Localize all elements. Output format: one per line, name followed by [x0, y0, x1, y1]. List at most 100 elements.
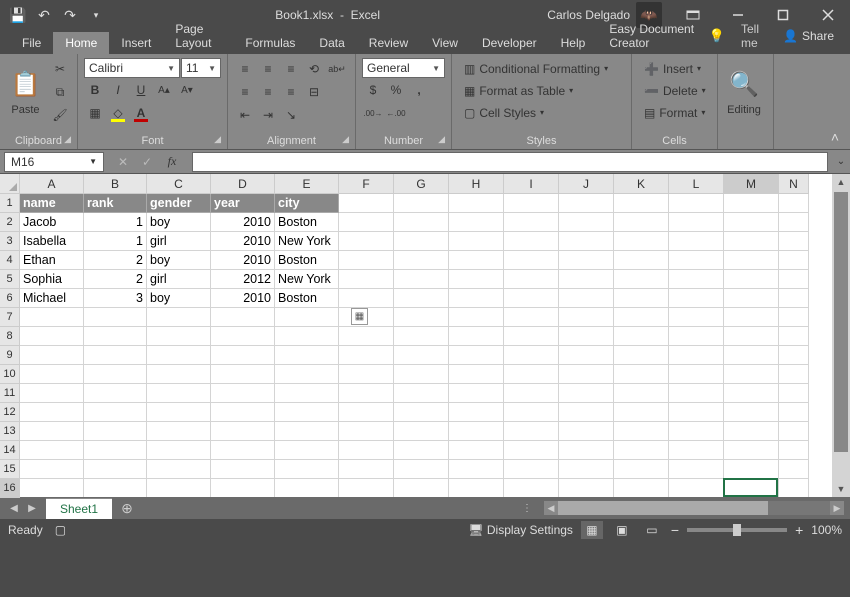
- cell[interactable]: boy: [147, 213, 211, 232]
- cell[interactable]: [84, 346, 147, 365]
- cell[interactable]: [779, 422, 809, 441]
- cell[interactable]: [724, 289, 779, 308]
- cell[interactable]: [559, 460, 614, 479]
- conditional-formatting-button[interactable]: ▥Conditional Formatting▾: [458, 58, 614, 79]
- row-header[interactable]: 8: [0, 327, 20, 346]
- cell[interactable]: [504, 441, 559, 460]
- cell[interactable]: Isabella: [20, 232, 84, 251]
- row-header[interactable]: 16: [0, 479, 20, 498]
- cell[interactable]: [211, 460, 275, 479]
- increase-font-icon[interactable]: A▴: [153, 79, 175, 101]
- cell[interactable]: [449, 346, 504, 365]
- cell[interactable]: [614, 460, 669, 479]
- cell[interactable]: [449, 384, 504, 403]
- cell[interactable]: [20, 365, 84, 384]
- cell[interactable]: [724, 346, 779, 365]
- cell[interactable]: [449, 270, 504, 289]
- cell[interactable]: [339, 289, 394, 308]
- cell[interactable]: [669, 384, 724, 403]
- decrease-indent-icon[interactable]: ⇤: [234, 104, 256, 126]
- sheet-prev-icon[interactable]: ◀: [6, 503, 22, 514]
- cell[interactable]: 1: [84, 232, 147, 251]
- cell[interactable]: [779, 289, 809, 308]
- zoom-slider[interactable]: [687, 528, 787, 532]
- cell[interactable]: [339, 441, 394, 460]
- cell[interactable]: New York: [275, 270, 339, 289]
- cell[interactable]: [614, 270, 669, 289]
- cell[interactable]: [559, 346, 614, 365]
- cell[interactable]: [339, 270, 394, 289]
- cell[interactable]: [614, 441, 669, 460]
- column-header[interactable]: C: [147, 174, 211, 194]
- alignment-launcher-icon[interactable]: ◢: [342, 134, 349, 145]
- cell[interactable]: [504, 346, 559, 365]
- cell[interactable]: [449, 213, 504, 232]
- cell[interactable]: [147, 479, 211, 497]
- cell[interactable]: [779, 441, 809, 460]
- font-name-combo[interactable]: Calibri▼: [84, 58, 180, 78]
- row-header[interactable]: 10: [0, 365, 20, 384]
- cell[interactable]: [394, 403, 449, 422]
- cell[interactable]: [669, 441, 724, 460]
- rotate-text-icon[interactable]: ↘: [280, 104, 302, 126]
- tab-data[interactable]: Data: [307, 32, 356, 54]
- cell[interactable]: gender: [147, 194, 211, 213]
- spreadsheet-grid[interactable]: ABCDEFGHIJKLMN 12345678910111213141516 n…: [0, 174, 850, 497]
- cell[interactable]: [779, 213, 809, 232]
- cell[interactable]: [449, 365, 504, 384]
- scroll-up-icon[interactable]: ▲: [832, 174, 850, 190]
- cell[interactable]: [147, 422, 211, 441]
- cell[interactable]: [339, 346, 394, 365]
- align-bottom-icon[interactable]: ≡: [280, 58, 302, 80]
- cell[interactable]: [339, 213, 394, 232]
- tab-developer[interactable]: Developer: [470, 32, 549, 54]
- cell[interactable]: [669, 308, 724, 327]
- row-headers[interactable]: 12345678910111213141516: [0, 194, 20, 498]
- cell[interactable]: [84, 327, 147, 346]
- cell[interactable]: [211, 479, 275, 497]
- cell[interactable]: [449, 194, 504, 213]
- select-all-corner[interactable]: [0, 174, 20, 194]
- cut-icon[interactable]: ✂: [49, 58, 71, 80]
- cell[interactable]: [394, 422, 449, 441]
- cell[interactable]: [394, 270, 449, 289]
- cell[interactable]: [779, 327, 809, 346]
- cell[interactable]: [669, 365, 724, 384]
- column-header[interactable]: G: [394, 174, 449, 194]
- font-size-combo[interactable]: 11▼: [181, 58, 221, 78]
- cell[interactable]: [394, 327, 449, 346]
- cell[interactable]: [394, 194, 449, 213]
- zoom-in-icon[interactable]: +: [795, 522, 803, 538]
- tab-file[interactable]: File: [10, 32, 53, 54]
- cell[interactable]: [559, 194, 614, 213]
- row-header[interactable]: 9: [0, 346, 20, 365]
- cell[interactable]: [275, 479, 339, 497]
- cell[interactable]: [559, 422, 614, 441]
- cell[interactable]: boy: [147, 289, 211, 308]
- cell[interactable]: [559, 384, 614, 403]
- cell[interactable]: [559, 308, 614, 327]
- align-middle-icon[interactable]: ≡: [257, 58, 279, 80]
- align-right-icon[interactable]: ≡: [280, 81, 302, 103]
- zoom-out-icon[interactable]: −: [671, 522, 679, 538]
- cell[interactable]: [211, 441, 275, 460]
- cell[interactable]: [84, 308, 147, 327]
- cell[interactable]: 2010: [211, 232, 275, 251]
- column-header[interactable]: A: [20, 174, 84, 194]
- cell[interactable]: [614, 289, 669, 308]
- cell[interactable]: [394, 365, 449, 384]
- tab-help[interactable]: Help: [549, 32, 598, 54]
- cell[interactable]: [669, 422, 724, 441]
- font-launcher-icon[interactable]: ◢: [214, 134, 221, 145]
- cell[interactable]: [394, 479, 449, 497]
- cell[interactable]: 3: [84, 289, 147, 308]
- cell[interactable]: [779, 270, 809, 289]
- column-header[interactable]: B: [84, 174, 147, 194]
- column-header[interactable]: D: [211, 174, 275, 194]
- cell[interactable]: [449, 308, 504, 327]
- cell[interactable]: [20, 441, 84, 460]
- row-header[interactable]: 12: [0, 403, 20, 422]
- underline-button[interactable]: U: [130, 79, 152, 101]
- cell[interactable]: [147, 403, 211, 422]
- fill-color-icon[interactable]: ◇: [107, 102, 129, 124]
